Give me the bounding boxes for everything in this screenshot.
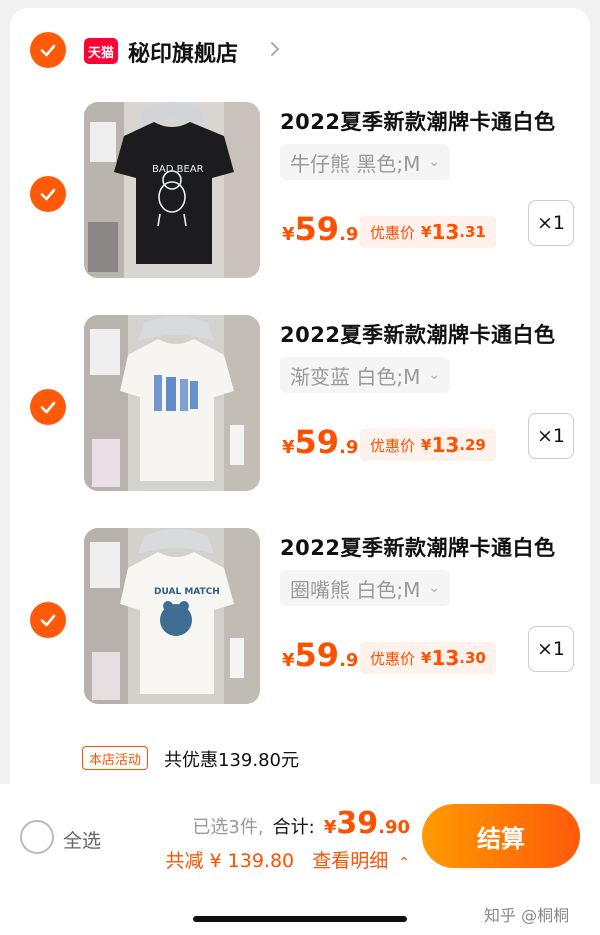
- promo-price-badge: 优惠价 ¥13.29: [360, 429, 496, 461]
- quantity-button[interactable]: ×1: [528, 413, 574, 459]
- chevron-down-icon: ⌄: [428, 154, 441, 170]
- product-image[interactable]: BAD BEAR: [84, 102, 260, 278]
- cart-item: DUAL MATCH 2022夏季新款潮牌卡通白色 圈嘴熊 白色;M ⌄ ¥59…: [10, 528, 590, 728]
- total-currency: ¥: [323, 817, 337, 838]
- activity-badge: 本店活动: [82, 746, 149, 770]
- product-image[interactable]: DUAL MATCH: [84, 528, 260, 704]
- promo-label: 优惠价: [370, 436, 416, 455]
- total-summary: 已选3件, 合计: ¥39.90: [192, 806, 410, 841]
- promo-price-badge: 优惠价 ¥13.30: [360, 642, 496, 674]
- promo-decimal: .30: [459, 649, 486, 667]
- promo-label: 优惠价: [370, 223, 416, 242]
- chevron-up-icon: ⌃: [398, 855, 410, 871]
- price-integer: 59: [294, 210, 340, 248]
- promo-currency: ¥: [421, 649, 432, 667]
- promo-decimal: .29: [459, 436, 486, 454]
- checkout-button[interactable]: 结算: [422, 804, 580, 868]
- item-select-checkbox[interactable]: [30, 602, 66, 638]
- product-image[interactable]: [84, 315, 260, 491]
- shop-activity-row[interactable]: 本店活动 共优惠139.80元: [10, 738, 590, 778]
- price-currency: ¥: [282, 650, 295, 671]
- price-decimal: .9: [339, 224, 359, 245]
- price-decimal: .9: [339, 437, 359, 458]
- shop-select-checkbox[interactable]: [30, 32, 66, 68]
- promo-integer: 13: [431, 646, 460, 670]
- discount-text: 共减 ¥ 139.80: [165, 850, 295, 872]
- checkmark-icon: [40, 401, 56, 414]
- promo-price-badge: 优惠价 ¥13.31: [360, 216, 496, 248]
- promo-integer: 13: [431, 433, 460, 457]
- cart-item: 2022夏季新款潮牌卡通白色 渐变蓝 白色;M ⌄ ¥59.9 优惠价 ¥13.…: [10, 315, 590, 515]
- checkmark-icon: [40, 188, 56, 201]
- sku-selector[interactable]: 圈嘴熊 白色;M ⌄: [280, 570, 451, 606]
- discount-summary[interactable]: 共减 ¥ 139.80 查看明细 ⌃: [166, 846, 411, 873]
- price-decimal: .9: [339, 650, 359, 671]
- chevron-down-icon: ⌄: [428, 580, 441, 596]
- product-title[interactable]: 2022夏季新款潮牌卡通白色: [280, 319, 555, 349]
- item-select-checkbox[interactable]: [30, 389, 66, 425]
- sku-text: 渐变蓝 白色;M: [290, 364, 421, 389]
- product-title[interactable]: 2022夏季新款潮牌卡通白色: [280, 106, 555, 136]
- price-integer: 59: [294, 636, 340, 674]
- price: ¥59.9: [282, 636, 358, 674]
- shop-header[interactable]: 天猫 秘印旗舰店: [10, 8, 590, 86]
- promo-currency: ¥: [421, 436, 432, 454]
- product-title[interactable]: 2022夏季新款潮牌卡通白色: [280, 532, 555, 562]
- promo-decimal: .31: [459, 223, 486, 241]
- sku-selector[interactable]: 牛仔熊 黑色;M ⌄: [280, 144, 451, 180]
- total-label: 合计:: [272, 817, 315, 838]
- select-all-checkbox[interactable]: [20, 820, 54, 854]
- selected-count: 已选3件,: [192, 817, 264, 838]
- total-integer: 39: [336, 806, 379, 841]
- price-integer: 59: [294, 423, 340, 461]
- chevron-down-icon: ⌄: [428, 367, 441, 383]
- checkmark-icon: [40, 44, 56, 57]
- quantity-button[interactable]: ×1: [528, 626, 574, 672]
- price-currency: ¥: [282, 224, 295, 245]
- checkout-bar: 全选 已选3件, 合计: ¥39.90 共减 ¥ 139.80 查看明细 ⌃ 结…: [0, 784, 600, 935]
- activity-text: 共优惠139.80元: [164, 750, 299, 771]
- checkmark-icon: [40, 614, 56, 627]
- tmall-badge: 天猫: [84, 38, 118, 64]
- sku-text: 圈嘴熊 白色;M: [290, 577, 421, 602]
- chevron-right-icon[interactable]: [268, 40, 282, 58]
- promo-label: 优惠价: [370, 649, 416, 668]
- home-indicator[interactable]: [193, 916, 407, 922]
- select-all-label[interactable]: 全选: [63, 826, 101, 853]
- promo-integer: 13: [431, 220, 460, 244]
- promo-currency: ¥: [421, 223, 432, 241]
- view-detail-link[interactable]: 查看明细: [312, 850, 388, 872]
- cart-item: BAD BEAR 2022夏季新款潮牌卡通白色 牛仔熊 黑色;M ⌄ ¥59.9…: [10, 102, 590, 302]
- sku-selector[interactable]: 渐变蓝 白色;M ⌄: [280, 357, 451, 393]
- sku-text: 牛仔熊 黑色;M: [290, 151, 421, 176]
- item-select-checkbox[interactable]: [30, 176, 66, 212]
- price-currency: ¥: [282, 437, 295, 458]
- price: ¥59.9: [282, 423, 358, 461]
- watermark: 知乎 @桐桐: [484, 906, 570, 925]
- cart-shop-card: 天猫 秘印旗舰店 BAD BEAR 2022夏季新款潮牌卡通白色 牛仔熊 黑色;…: [10, 8, 590, 798]
- shop-name[interactable]: 秘印旗舰店: [128, 36, 238, 68]
- price: ¥59.9: [282, 210, 358, 248]
- shirt-print-text: DUAL MATCH: [154, 587, 220, 597]
- quantity-button[interactable]: ×1: [528, 200, 574, 246]
- total-decimal: .90: [378, 817, 410, 838]
